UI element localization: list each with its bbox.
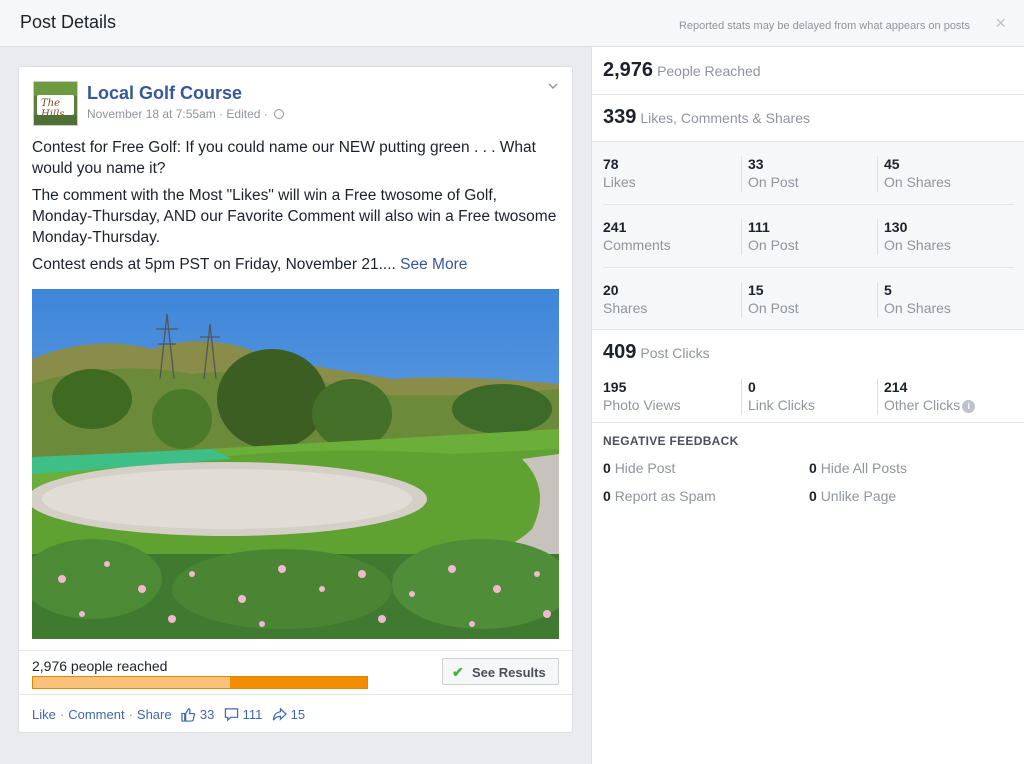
see-results-button[interactable]: ✔ See Results (442, 658, 559, 685)
engagement-section: 339 Likes, Comments & Shares (592, 95, 1024, 142)
stat-comments-on-post: 111 On Post (741, 219, 871, 255)
stats-delay-note: Reported stats may be delayed from what … (678, 20, 970, 32)
post-preview-pane: The Hills Local Golf Course November 18 … (0, 47, 591, 764)
post-text: Contest for Free Golf: If you could name… (32, 137, 557, 281)
post-clicks-value: 409 (603, 341, 637, 363)
post-clicks-label: Post Clicks (640, 345, 710, 361)
post-clicks-section: 409 Post Clicks 195 Photo Views 0 Link Clic… (592, 330, 1024, 423)
reach-progress-bar (32, 676, 368, 689)
stat-comments: 241 Comments (603, 219, 671, 253)
reach-paid-fill (230, 677, 367, 688)
checkmark-icon: ✔ (452, 664, 464, 680)
engagement-value: 339 (603, 106, 637, 128)
comment-link[interactable]: Comment (68, 707, 124, 722)
reach-text: 2,976 people reached (32, 658, 168, 674)
post-paragraph: The comment with the Most "Likes" will w… (32, 187, 557, 246)
stat-photo-views: 195 Photo Views (603, 379, 681, 413)
chevron-down-icon[interactable] (548, 81, 558, 91)
thumbs-up-icon (181, 708, 196, 722)
like-count[interactable]: 33 (181, 707, 214, 722)
page-avatar[interactable]: The Hills (33, 81, 78, 126)
stat-shares-on-post: 15 On Post (741, 282, 871, 318)
negative-feedback-title: NEGATIVE FEEDBACK (603, 434, 739, 448)
post-stats-pane: 2,976 People Reached 339 Likes, Comments &… (591, 47, 1024, 764)
stat-likes: 78 Likes (603, 156, 636, 190)
engagement-label: Likes, Comments & Shares (640, 110, 810, 126)
post-paragraph: Contest for Free Golf: If you could name… (32, 139, 536, 177)
close-icon[interactable]: × (995, 13, 1006, 34)
neg-hide-all-posts: 0 Hide All Posts (809, 460, 908, 476)
stat-link-clicks: 0 Link Clicks (741, 379, 871, 415)
neg-hide-post: 0 Hide Post (603, 460, 676, 476)
stat-likes-on-post: 33 On Post (741, 156, 871, 192)
stat-comments-on-shares: 130 On Shares (877, 219, 1007, 255)
share-link[interactable]: Share (137, 707, 172, 722)
people-reached-section: 2,976 People Reached (592, 47, 1024, 95)
dialog-header: Post Details Reported stats may be delay… (0, 0, 1024, 47)
dialog-title: Post Details (20, 12, 117, 32)
post-meta: November 18 at 7:55am · Edited · (87, 107, 285, 121)
neg-report-spam: 0 Report as Spam (603, 488, 716, 504)
engagement-breakdown: 78 Likes 33 On Post 45 On Shares 241 Comment… (592, 142, 1024, 330)
comment-icon (224, 708, 239, 722)
like-link[interactable]: Like (32, 707, 56, 722)
see-results-label: See Results (472, 665, 546, 680)
post-actions: Like · Comment · Share 33 111 15 (19, 694, 572, 732)
people-reached-label: People Reached (657, 63, 761, 79)
see-more-link[interactable]: See More (400, 256, 467, 273)
share-arrow-icon (272, 707, 287, 721)
comment-count[interactable]: 111 (224, 707, 262, 722)
post-card: The Hills Local Golf Course November 18 … (18, 66, 573, 733)
neg-unlike-page: 0 Unlike Page (809, 488, 897, 504)
post-timestamp: November 18 at 7:55am · Edited · (87, 107, 268, 121)
reach-summary: 2,976 people reached ✔ See Results (19, 650, 572, 694)
share-count[interactable]: 15 (272, 707, 305, 722)
stat-shares: 20 Shares (603, 282, 648, 316)
post-paragraph: Contest ends at 5pm PST on Friday, Novem… (32, 256, 468, 273)
post-photo[interactable] (32, 289, 559, 639)
page-name-link[interactable]: Local Golf Course (87, 83, 242, 104)
stat-other-clicks: 214 Other Clicks i (877, 379, 1007, 415)
info-icon[interactable]: i (962, 400, 976, 413)
globe-icon (274, 109, 285, 119)
people-reached-value: 2,976 (603, 59, 654, 81)
stat-shares-on-shares: 5 On Shares (877, 282, 1007, 318)
stat-likes-on-shares: 45 On Shares (877, 156, 1007, 192)
